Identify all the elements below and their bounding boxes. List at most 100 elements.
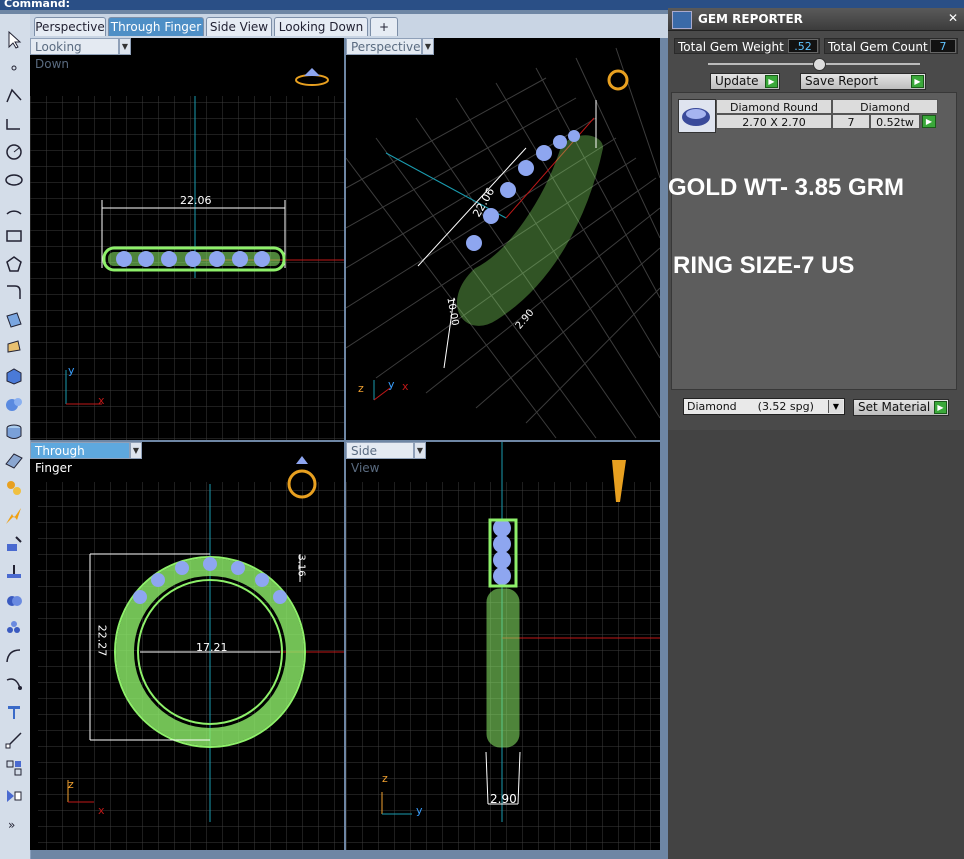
tab-add[interactable]: + [370,17,398,36]
axis-x-label: x [98,804,105,817]
arc-icon[interactable] [2,196,26,220]
transform-icon[interactable] [2,532,26,556]
dimension-height: 22.27 [95,624,109,657]
left-toolbar: » [0,14,31,859]
circle-icon[interactable] [2,140,26,164]
diamond-round-thumbnail [678,99,716,133]
select-arrow-icon[interactable] [2,28,26,52]
array-icon[interactable] [2,616,26,640]
viewport-looking-down[interactable]: 22.06 y x Looking Down ▼ [30,38,344,440]
viewport-tabs: Perspective Through Finger Side View Loo… [30,14,668,38]
surface-icon[interactable] [2,308,26,332]
tab-looking-down[interactable]: Looking Down [274,17,368,36]
viewport-perspective[interactable]: 22.06 10.00 2.90 z y x Perspective ▼ [346,38,660,440]
total-gem-count-value: 7 [930,39,956,53]
axis-y-label: y [68,364,75,377]
axis-y-label: y [416,804,423,817]
table-header-material: Diamond [832,99,938,114]
viewport-side-view[interactable]: 2.90 z y Side View ▼ [346,442,660,850]
polyline-icon[interactable] [2,84,26,108]
panel-top-strip [668,0,964,8]
tab-perspective[interactable]: Perspective [34,17,106,36]
viewport-label-looking-down[interactable]: Looking Down [30,38,119,71]
command-label: Command: [4,0,71,10]
total-gem-weight-label: Total Gem Weight [678,40,784,54]
dimension-icon[interactable] [2,728,26,752]
boolean-icon[interactable] [2,588,26,612]
gold-weight-note: GOLD WT- 3.85 GRM [668,174,905,201]
burst-icon[interactable] [2,504,26,528]
axis-x-label: x [98,394,105,407]
viewport-dropdown-icon[interactable]: ▼ [130,442,142,459]
total-gem-count-label: Total Gem Count [828,40,928,54]
table-cell-size: 2.70 X 2.70 [716,114,832,129]
tab-through-finger[interactable]: Through Finger [108,17,204,36]
axis-y-label: y [388,378,395,391]
cylinder-icon[interactable] [2,420,26,444]
extrude-icon[interactable] [2,336,26,360]
viewport-dropdown-icon[interactable]: ▼ [414,442,426,459]
update-button[interactable]: Update ▶ [710,73,780,90]
diamond-icon [682,108,710,126]
update-label: Update [715,74,759,88]
fillet-icon[interactable] [2,280,26,304]
dimension-inner-diameter: 17.21 [196,641,228,654]
text-icon[interactable] [2,700,26,724]
play-icon: ▶ [911,75,924,88]
polygon-icon[interactable] [2,252,26,276]
dimension-top: 3.16 [295,554,307,577]
set-material-button[interactable]: Set Material ▶ [853,399,949,416]
viewport-through-finger[interactable]: 22.27 17.21 3.16 z x Through Finger ▼ [30,442,344,850]
sphere-icon[interactable] [2,392,26,416]
mesh-icon[interactable] [2,448,26,472]
dimension-thickness: 2.90 [490,792,517,806]
more-tools-icon[interactable]: » [2,812,26,836]
panel-empty-area [668,430,964,859]
total-gem-weight-value: .52 [788,39,818,53]
table-cell-count: 7 [832,114,870,129]
bend-icon[interactable] [2,644,26,668]
play-icon: ▶ [765,75,778,88]
axis-z-label: z [68,778,74,791]
chevron-down-icon[interactable]: ▼ [828,400,843,413]
viewport-label-side-view[interactable]: Side View [346,442,414,475]
point-icon[interactable] [2,56,26,80]
material-select[interactable]: Diamond (3.52 spg) [683,398,845,415]
viewport-dropdown-icon[interactable]: ▼ [119,38,131,55]
looking-down-canvas [30,68,344,440]
axis-z-label: z [358,382,364,395]
row-detail-button[interactable]: ▶ [922,115,936,128]
gem-reporter-titlebar: GEM REPORTER ✕ [668,8,964,31]
box-icon[interactable] [2,364,26,388]
gem-reporter-panel: GEM REPORTER ✕ Total Gem Weight .52 Tota… [668,0,964,859]
viewport-dropdown-icon[interactable]: ▼ [422,38,434,55]
viewport-label-through-finger[interactable]: Through Finger [30,442,130,475]
ellipse-icon[interactable] [2,168,26,192]
rectangle-icon[interactable] [2,224,26,248]
analyze-icon[interactable] [2,560,26,584]
viewport-label-perspective[interactable]: Perspective [346,38,422,55]
tab-side-view[interactable]: Side View [206,17,272,36]
svg-text:»: » [8,818,15,832]
axis-z-label: z [382,772,388,785]
close-icon[interactable]: ✕ [948,11,958,25]
curve-icon[interactable] [2,112,26,136]
table-header-shape: Diamond Round [716,99,832,114]
command-line[interactable]: Command: [0,0,668,10]
side-view-canvas [346,442,660,850]
table-cell-weight: 0.52tw [870,114,920,129]
dimension-width: 22.06 [180,194,212,207]
gem-tool-icon[interactable] [2,476,26,500]
save-report-button[interactable]: Save Report ▶ [800,73,926,90]
grid-snap-icon[interactable] [2,756,26,780]
through-finger-canvas [38,456,344,850]
save-report-label: Save Report [805,74,879,88]
ring-size-note: RING SIZE-7 US [673,252,855,279]
gem-report-box: Diamond Round Diamond 2.70 X 2.70 7 0.52… [671,92,957,390]
axis-x-label: x [402,380,409,393]
flow-icon[interactable] [2,672,26,696]
report-slider-handle[interactable] [813,58,826,71]
set-material-label: Set Material [858,400,931,414]
layer-icon[interactable] [2,784,26,808]
gem-reporter-icon [672,11,692,29]
